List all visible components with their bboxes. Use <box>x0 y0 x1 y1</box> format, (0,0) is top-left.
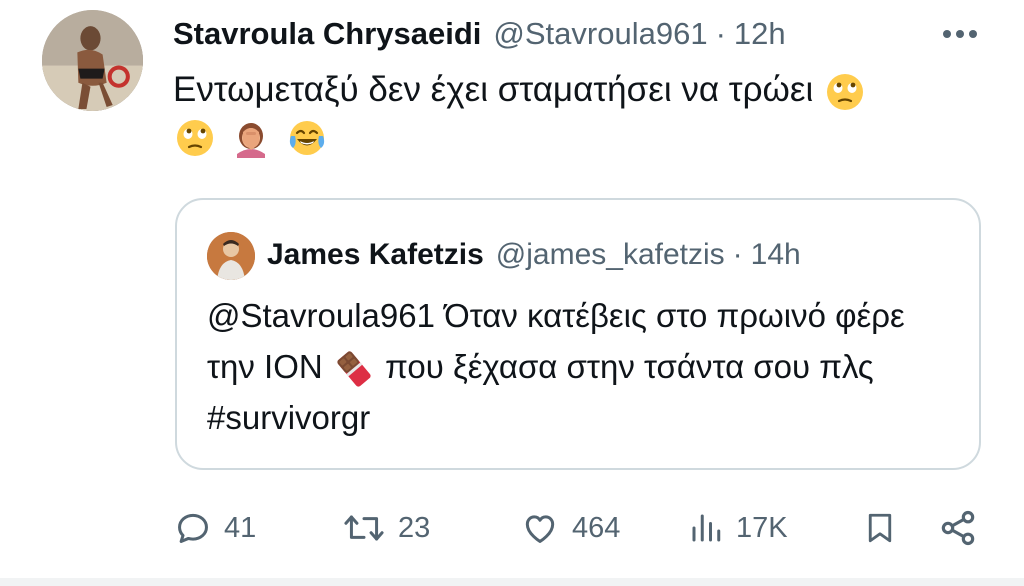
hashtag-link[interactable]: #survivorgr <box>207 399 370 436</box>
repost-button[interactable]: 23 <box>342 504 430 552</box>
repost-count: 23 <box>398 511 431 544</box>
views-button[interactable]: 17K <box>688 504 788 552</box>
eye-roll-emoji <box>175 118 215 158</box>
reply-icon <box>178 513 208 543</box>
share-icon <box>941 510 975 546</box>
reply-button[interactable]: 41 <box>174 504 256 552</box>
quoted-text-part2: που ξέχασα στην τσάντα σου πλς <box>375 348 874 385</box>
tweet-text: Εντωμεταξύ δεν έχει σταματήσει να τρώει <box>173 64 973 158</box>
views-count: 17K <box>736 511 788 544</box>
author-name[interactable]: Stavroula Chrysaeidi <box>173 16 481 52</box>
like-count: 464 <box>572 511 621 544</box>
like-button[interactable]: 464 <box>520 504 620 552</box>
eye-roll-emoji <box>825 72 865 112</box>
more-icon <box>943 30 977 38</box>
tweet-header: Stavroula Chrysaeidi @Stavroula961 · 12h <box>173 12 786 56</box>
author-avatar[interactable] <box>42 10 143 111</box>
action-bar: 41 23 464 17K <box>0 500 1024 556</box>
quoted-author-avatar-image <box>207 232 255 280</box>
facepalm-emoji <box>231 118 271 158</box>
quoted-tweet-text: @Stavroula961 Όταν κατέβεις στο πρωινό φ… <box>207 290 947 443</box>
quoted-author-avatar[interactable] <box>207 232 255 280</box>
separator-dot: · <box>732 238 743 271</box>
quoted-author-handle[interactable]: @james_kafetzis <box>496 238 725 272</box>
chocolate-emoji <box>334 349 374 389</box>
emoji-row <box>173 118 973 158</box>
separator-dot: · <box>715 16 726 51</box>
mention-link[interactable]: @Stavroula961 <box>207 297 435 334</box>
views-icon <box>692 514 721 542</box>
tears-of-joy-emoji <box>287 118 327 158</box>
more-options-button[interactable] <box>938 16 982 52</box>
like-icon <box>525 515 555 543</box>
tweet-text-content: Εντωμεταξύ δεν έχει σταματήσει να τρώει <box>173 70 814 109</box>
share-button[interactable] <box>938 504 978 552</box>
repost-icon <box>344 515 384 541</box>
bookmark-icon <box>868 513 892 543</box>
author-handle[interactable]: @Stavroula961 <box>493 16 707 52</box>
bookmark-button[interactable] <box>862 504 898 552</box>
quoted-tweet-card[interactable]: James Kafetzis @james_kafetzis · 14h @St… <box>175 198 981 470</box>
quoted-tweet-timestamp[interactable]: 14h <box>751 238 801 272</box>
reply-count: 41 <box>224 511 257 544</box>
tweet-timestamp[interactable]: 12h <box>734 16 786 52</box>
bottom-divider <box>0 578 1024 586</box>
tweet: Stavroula Chrysaeidi @Stavroula961 · 12h… <box>0 0 1024 586</box>
author-avatar-image <box>42 10 143 111</box>
quoted-tweet-header: James Kafetzis @james_kafetzis · 14h <box>267 234 801 276</box>
quoted-author-name[interactable]: James Kafetzis <box>267 238 484 272</box>
